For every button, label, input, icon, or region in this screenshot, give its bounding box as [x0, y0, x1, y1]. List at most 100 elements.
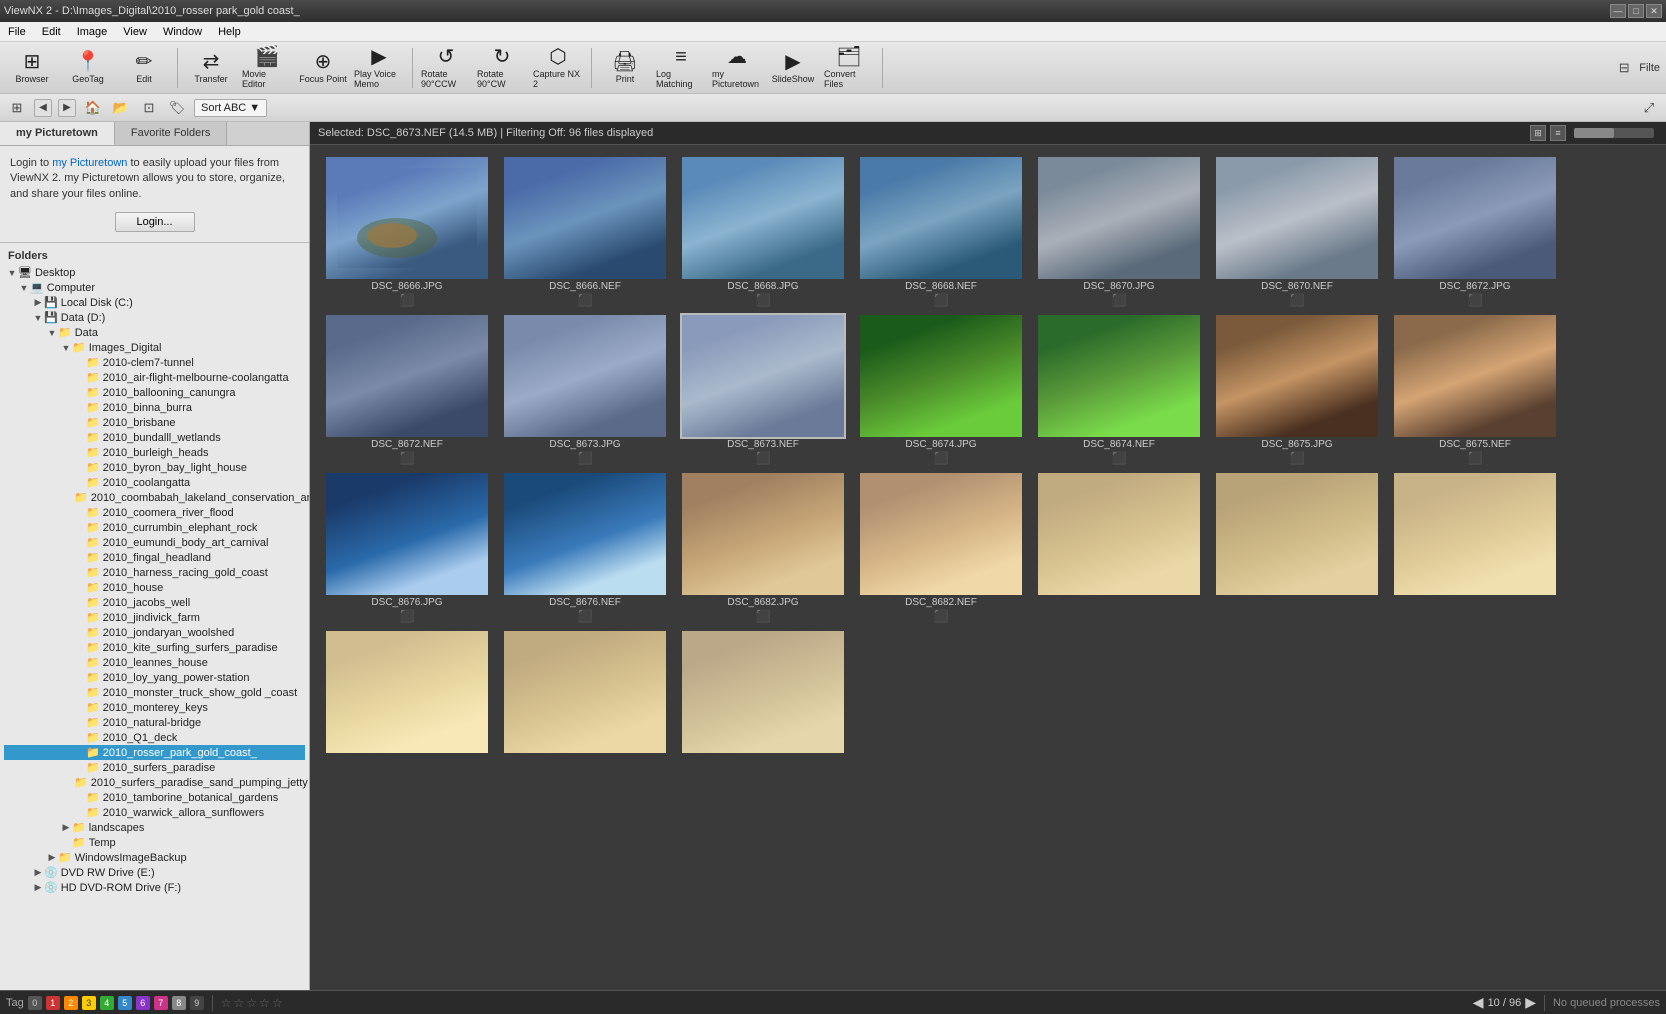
tab-my-picturetown[interactable]: my Picturetown	[0, 122, 115, 145]
tree-item-q1deck[interactable]: 📁2010_Q1_deck	[4, 730, 305, 745]
tree-item-monster[interactable]: 📁2010_monster_truck_show_gold _coast	[4, 685, 305, 700]
expand-btn[interactable]: ⤢	[1638, 97, 1660, 119]
zoom-slider[interactable]	[1574, 128, 1654, 138]
nav-next-btn[interactable]: ▶	[1525, 994, 1536, 1011]
tree-item-surfers-sand[interactable]: 📁2010_surfers_paradise_sand_pumping_jett…	[4, 775, 305, 790]
star-3[interactable]: ☆	[246, 996, 257, 1010]
grid-type-btn[interactable]: ⊡	[138, 97, 160, 119]
menu-view[interactable]: View	[119, 25, 151, 39]
movie-editor-btn[interactable]: 🎬 Movie Editor	[241, 45, 293, 91]
tree-item-brisbane[interactable]: 📁2010_brisbane	[4, 415, 305, 430]
thumb-8676jpg[interactable]: DSC_8676.JPG ⬛	[322, 473, 492, 623]
thumb-8675jpg[interactable]: DSC_8675.JPG ⬛	[1212, 315, 1382, 465]
tree-item-rosser[interactable]: 📁2010_rosser_park_gold_coast_	[4, 745, 305, 760]
tree-item-hddvd[interactable]: ▶💿HD DVD-ROM Drive (F:)	[4, 880, 305, 895]
thumb-row4-4[interactable]	[322, 631, 492, 755]
tree-item-computer[interactable]: ▼ 💻 Computer	[4, 280, 305, 295]
close-btn[interactable]: ✕	[1646, 4, 1662, 18]
tag-3[interactable]: 3	[82, 996, 96, 1010]
rotate-cw-btn[interactable]: ↻ Rotate 90°CW	[476, 45, 528, 91]
thumb-row4-3[interactable]	[1390, 473, 1560, 623]
login-button[interactable]: Login...	[115, 212, 195, 232]
convert-files-btn[interactable]: 🗂 Convert Files	[823, 45, 875, 91]
geotag-btn[interactable]: 📍 GeoTag	[62, 45, 114, 91]
maximize-btn[interactable]: □	[1628, 4, 1644, 18]
thumb-8670jpg[interactable]: DSC_8670.JPG ⬛	[1034, 157, 1204, 307]
star-4[interactable]: ☆	[259, 996, 270, 1010]
tree-item-jindivick[interactable]: 📁2010_jindivick_farm	[4, 610, 305, 625]
tree-item-burleigh[interactable]: 📁2010_burleigh_heads	[4, 445, 305, 460]
picturetown-link[interactable]: my Picturetown	[52, 157, 127, 169]
tag-2[interactable]: 2	[64, 996, 78, 1010]
thumb-row4-5[interactable]	[500, 631, 670, 755]
thumb-row4-6[interactable]	[678, 631, 848, 755]
thumb-8666nef[interactable]: DSC_8666.NEF ⬛	[500, 157, 670, 307]
tree-item-data[interactable]: ▼ 📁 Data	[4, 325, 305, 340]
nav-back-btn[interactable]: ◀	[34, 99, 52, 117]
thumb-8672nef[interactable]: DSC_8672.NEF ⬛	[322, 315, 492, 465]
tree-item-ballooning[interactable]: 📁2010_ballooning_canungra	[4, 385, 305, 400]
grid-view-btn[interactable]: ⊞	[6, 97, 28, 119]
tag-0[interactable]: 0	[28, 996, 42, 1010]
tag-4[interactable]: 4	[100, 996, 114, 1010]
star-2[interactable]: ☆	[234, 996, 245, 1010]
tree-item-leannes[interactable]: 📁2010_leannes_house	[4, 655, 305, 670]
tag-7[interactable]: 7	[154, 996, 168, 1010]
focus-point-btn[interactable]: ⊕ Focus Point	[297, 45, 349, 91]
tree-item-jondaryan[interactable]: 📁2010_jondaryan_woolshed	[4, 625, 305, 640]
menu-window[interactable]: Window	[159, 25, 206, 39]
nav-fwd-btn[interactable]: ▶	[58, 99, 76, 117]
print-btn[interactable]: 🖨 Print	[599, 45, 651, 91]
tree-item-imagesdigital[interactable]: ▼ 📁 Images_Digital	[4, 340, 305, 355]
menu-image[interactable]: Image	[73, 25, 112, 39]
star-1[interactable]: ☆	[221, 996, 232, 1010]
tree-item-temp[interactable]: 📁Temp	[4, 835, 305, 850]
tree-item-coolangatta[interactable]: 📁2010_coolangatta	[4, 475, 305, 490]
tree-item-localc[interactable]: ▶ 💾 Local Disk (C:)	[4, 295, 305, 310]
thumb-8674jpg[interactable]: DSC_8674.JPG ⬛	[856, 315, 1026, 465]
tag-1[interactable]: 1	[46, 996, 60, 1010]
thumb-8673jpg[interactable]: DSC_8673.JPG ⬛	[500, 315, 670, 465]
thumb-8668jpg[interactable]: DSC_8668.JPG ⬛	[678, 157, 848, 307]
tree-item-clem7[interactable]: 📁2010-clem7-tunnel	[4, 355, 305, 370]
thumb-8682nef[interactable]: DSC_8682.NEF ⬛	[856, 473, 1026, 623]
tree-item-currumbin[interactable]: 📁2010_currumbin_elephant_rock	[4, 520, 305, 535]
sort-abc-btn[interactable]: Sort ABC ▼	[194, 99, 267, 117]
tree-item-eumundi[interactable]: 📁2010_eumundi_body_art_carnival	[4, 535, 305, 550]
thumb-8668nef[interactable]: DSC_8668.NEF ⬛	[856, 157, 1026, 307]
tree-item-coomera[interactable]: 📁2010_coomera_river_flood	[4, 505, 305, 520]
tag-8[interactable]: 8	[172, 996, 186, 1010]
tag-5[interactable]: 5	[118, 996, 132, 1010]
thumb-8670nef[interactable]: DSC_8670.NEF ⬛	[1212, 157, 1382, 307]
menu-edit[interactable]: Edit	[38, 25, 65, 39]
menu-file[interactable]: File	[4, 25, 30, 39]
tree-item-naturalbridge[interactable]: 📁2010_natural-bridge	[4, 715, 305, 730]
folder-nav-btn[interactable]: 📂	[110, 97, 132, 119]
capture-nx2-btn[interactable]: ⬡ Capture NX 2	[532, 45, 584, 91]
nav-prev-btn[interactable]: ◀	[1473, 994, 1484, 1011]
slideshow-btn[interactable]: ▶ SlideShow	[767, 45, 819, 91]
thumb-8676nef[interactable]: DSC_8676.NEF ⬛	[500, 473, 670, 623]
tree-item-kite[interactable]: 📁2010_kite_surfing_surfers_paradise	[4, 640, 305, 655]
thumb-row4-2[interactable]	[1212, 473, 1382, 623]
star-5[interactable]: ☆	[272, 996, 283, 1010]
tree-item-coombabah[interactable]: 📁2010_coombabah_lakeland_conservation_ar…	[4, 490, 305, 505]
view-list-btn[interactable]: ≡	[1550, 125, 1566, 141]
rotate-ccw-btn[interactable]: ↺ Rotate 90°CCW	[420, 45, 472, 91]
browser-btn[interactable]: ⊞ Browser	[6, 45, 58, 91]
tree-item-monterey[interactable]: 📁2010_monterey_keys	[4, 700, 305, 715]
tree-item-jacobs[interactable]: 📁2010_jacobs_well	[4, 595, 305, 610]
tree-item-house[interactable]: 📁2010_house	[4, 580, 305, 595]
tree-item-bundall[interactable]: 📁2010_bundalll_wetlands	[4, 430, 305, 445]
thumb-8672jpg[interactable]: DSC_8672.JPG ⬛	[1390, 157, 1560, 307]
tag-9[interactable]: 9	[190, 996, 204, 1010]
thumb-8666jpg[interactable]: DSC_8666.JPG ⬛	[322, 157, 492, 307]
tree-item-tamborine[interactable]: 📁2010_tamborine_botanical_gardens	[4, 790, 305, 805]
tree-item-windowsbackup[interactable]: ▶📁WindowsImageBackup	[4, 850, 305, 865]
tree-item-surfers[interactable]: 📁2010_surfers_paradise	[4, 760, 305, 775]
tree-item-fingal[interactable]: 📁2010_fingal_headland	[4, 550, 305, 565]
tree-item-desktop[interactable]: ▼ 🖥 Desktop	[4, 265, 305, 280]
tree-item-warwick[interactable]: 📁2010_warwick_allora_sunflowers	[4, 805, 305, 820]
label-btn[interactable]: 🏷	[166, 97, 188, 119]
transfer-btn[interactable]: ⇄ Transfer	[185, 45, 237, 91]
